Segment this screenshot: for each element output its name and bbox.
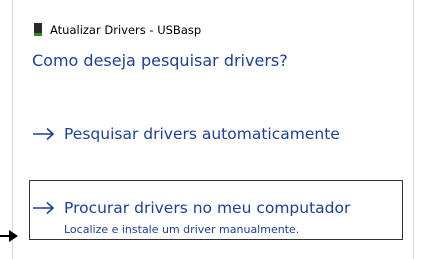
arrow-right-icon [32, 127, 56, 141]
dialog-heading: Como deseja pesquisar drivers? [32, 51, 288, 70]
browse-my-computer-option[interactable]: Procurar drivers no meu computador Local… [29, 180, 403, 240]
search-automatically-option[interactable]: Pesquisar drivers automaticamente [29, 116, 403, 156]
search-automatically-label: Pesquisar drivers automaticamente [64, 125, 340, 143]
usb-device-icon [34, 23, 42, 37]
browse-my-computer-label: Procurar drivers no meu computador [64, 199, 351, 217]
arrow-pointer-icon [0, 230, 18, 242]
window-title: Atualizar Drivers - USBasp [50, 23, 202, 37]
update-drivers-dialog: Atualizar Drivers - USBasp Como deseja p… [12, 0, 414, 259]
arrow-right-icon [32, 201, 56, 215]
title-bar: Atualizar Drivers - USBasp [34, 20, 201, 40]
browse-my-computer-description: Localize e instale um driver manualmente… [64, 223, 300, 236]
